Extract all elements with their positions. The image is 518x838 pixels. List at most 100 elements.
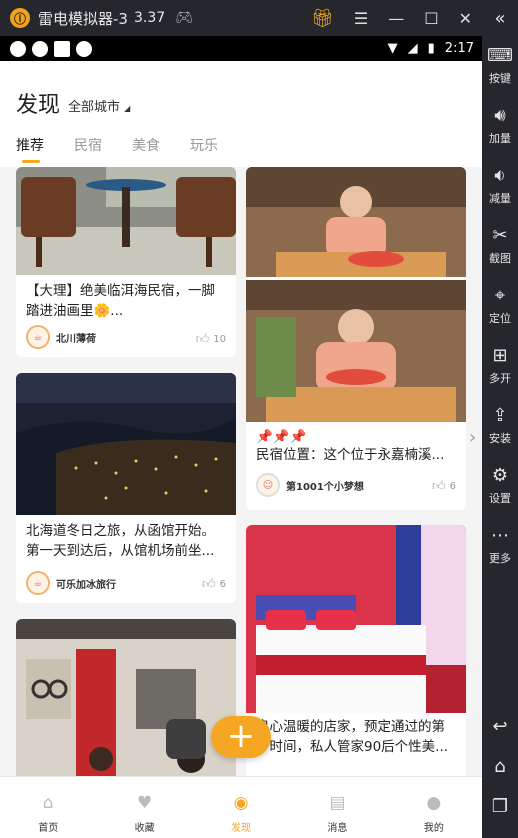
sidebar-item-label: 加量 [489,132,511,145]
add-post-button[interactable]: + [211,716,271,758]
sidebar-item-location[interactable]: ⌖ 定位 [482,286,518,326]
location-icon: ⌖ [494,285,506,306]
sidebar-item-screenshot[interactable]: ✂ 截图 [482,226,518,266]
keyboard-icon: ⌨ [487,45,513,66]
sidebar-item-install[interactable]: ⇪ 安装 [482,406,518,446]
sidebar-item-label: 定位 [489,312,511,325]
dropdown-triangle-icon: ◢ [124,104,131,113]
tab-recommended[interactable]: 推荐 [16,135,44,163]
signal-icon: ◢ [407,41,418,56]
like-count-value: 6 [449,481,456,492]
minimize-icon[interactable]: — [388,9,404,28]
more-icon: ⋯ [491,525,509,546]
feed-card[interactable]: 📌📌📌 民宿位置：这个位于永嘉楠溪... ☺ 第1001个小梦想 👍︎ 6 [246,167,466,510]
nav-profile[interactable]: ● 我的 [386,777,482,838]
sidebar-item-label: 按键 [489,72,511,85]
card-photo-people-room [16,619,236,776]
feed-grid: 【大理】绝美临洱海民宿，一脚踏进油画里🌼... ☕ 北川薄荷 👍︎ 10 📌📌📌… [0,167,482,776]
feed-card[interactable]: 【大理】绝美临洱海民宿，一脚踏进油画里🌼... ☕ 北川薄荷 👍︎ 10 [16,167,236,357]
nav-favorites[interactable]: ♥ 收藏 [96,777,192,838]
city-selector[interactable]: 全部城市 ◢ [68,96,130,115]
like-count[interactable]: 👍︎ 6 [202,577,226,592]
multi-open-icon: ⊞ [492,345,508,366]
nav-messages[interactable]: ▤ 消息 [289,777,385,838]
sidebar-item-label: 多开 [489,372,511,385]
like-count[interactable]: 👍︎ 6 [432,479,456,494]
page-title: 发现 [16,93,61,118]
compass-icon: ◉ [233,793,249,813]
sidebar-item-label: 减量 [489,192,511,205]
avatar: ☺ [256,473,280,497]
collapse-sidebar-icon[interactable]: « [482,0,518,36]
category-tabs: 推荐 民宿 美食 玩乐 [16,135,218,163]
feed-card[interactable]: 良心温暖的店家，预定通过的第一时间，私人管家90后个性美... [246,525,466,776]
like-count-value: 10 [213,334,226,345]
sidebar-item-label: 安装 [489,432,511,445]
avatar: ☕ [26,325,50,349]
android-home-icon[interactable]: ⌂ [482,756,518,777]
feed-card[interactable] [16,619,236,776]
gamepad-icon[interactable]: 🎮︎ [175,10,193,26]
card-photo-bedroom [246,525,466,713]
nav-label: 消息 [327,823,348,834]
city-selector-label: 全部城市 [68,100,121,115]
sidebar-item-volume-up[interactable]: 🔊︎ 加量 [482,106,518,146]
thumbs-up-icon: 👍︎ [202,577,216,592]
battery-icon: ▮ [427,41,435,56]
nav-discover[interactable]: ◉ 发现 [193,777,289,838]
sidebar-item-volume-down[interactable]: 🔉︎ 减量 [482,166,518,206]
close-icon[interactable]: ✕ [459,9,472,28]
tab-food[interactable]: 美食 [132,135,160,163]
window-title: 雷电模拟器-3 [38,9,128,28]
user-icon: ● [426,793,442,813]
window-version: 3.37 [133,10,166,26]
app-notification-icon [10,40,26,57]
bottom-navigation: ⌂ 首页 ♥ 收藏 ◉ 发现 ▤ 消息 ● 我的 [0,776,482,838]
author-name: 第1001个小梦想 [286,481,364,493]
like-count[interactable]: 👍︎ 10 [196,332,226,347]
app-notification-icon [76,40,92,57]
card-author[interactable]: ☕ 可乐加冰旅行 [26,571,116,595]
emulator-sidebar: « ⌨ 按键 🔊︎ 加量 🔉︎ 减量 ✂ 截图 ⌖ 定位 ⊞ 多开 ⇪ 安装 ⚙… [482,0,518,838]
discover-header: 发现 全部城市 ◢ 推荐 民宿 美食 玩乐 [0,61,482,167]
nav-label: 发现 [231,823,252,834]
volume-down-icon: 🔉︎ [494,165,506,186]
back-icon[interactable]: ↩ [482,716,518,737]
card-author[interactable]: ☺ 第1001个小梦想 [256,473,364,497]
gift-icon[interactable]: 🎁︎ [311,8,334,29]
like-count-value: 6 [219,579,226,590]
message-icon: ▤ [329,793,346,813]
home-icon: ⌂ [42,793,54,813]
card-author[interactable]: ☕ 北川薄荷 [26,325,96,349]
nav-label: 收藏 [134,823,155,834]
sidebar-item-more[interactable]: ⋯ 更多 [482,526,518,566]
sidebar-item-label: 更多 [489,552,511,565]
card-photo-cafe-chairs [16,167,236,275]
nav-label: 首页 [38,823,59,834]
sidebar-item-keys[interactable]: ⌨ 按键 [482,46,518,86]
volume-up-icon: 🔊︎ [494,105,506,126]
app-screen: 发现 全部城市 ◢ 推荐 民宿 美食 玩乐 【大理】绝美临洱海民宿，一脚踏进油画… [0,61,482,838]
maximize-icon[interactable]: ☐ [424,9,438,28]
nav-home[interactable]: ⌂ 首页 [0,777,96,838]
tab-fun[interactable]: 玩乐 [190,135,218,163]
wifi-icon: ▼ [387,41,398,56]
recent-apps-icon[interactable]: ❐ [482,796,518,817]
thumbs-up-icon: 👍︎ [195,332,210,347]
app-notification-icon [32,40,48,57]
sidebar-item-label: 设置 [489,492,511,505]
sidebar-item-settings[interactable]: ⚙ 设置 [482,466,518,506]
app-notification-icon [54,40,70,57]
heart-icon: ♥ [136,793,153,813]
android-status-bar: ▼ ◢ ▮ 2:17 [0,36,482,61]
sidebar-item-multi-open[interactable]: ⊞ 多开 [482,346,518,386]
card-photo-woman-watermelon [246,167,466,422]
menu-icon[interactable]: ☰ [354,9,368,28]
chevron-right-icon[interactable]: › [469,427,476,448]
emulator-titlebar: ⓛ 雷电模拟器-3 3.37 🎮︎ 🎁︎ ☰ — ☐ ✕ [0,0,482,36]
card-title: 📌📌📌 [256,429,307,445]
card-subtitle: 民宿位置：这个位于永嘉楠溪... [256,447,445,463]
card-photo-night-city [16,373,236,515]
tab-homestay[interactable]: 民宿 [74,135,102,163]
feed-card[interactable]: 北海道冬日之旅，从函馆开始。第一天到达后，从馆机场前坐... ☕ 可乐加冰旅行 … [16,373,236,603]
